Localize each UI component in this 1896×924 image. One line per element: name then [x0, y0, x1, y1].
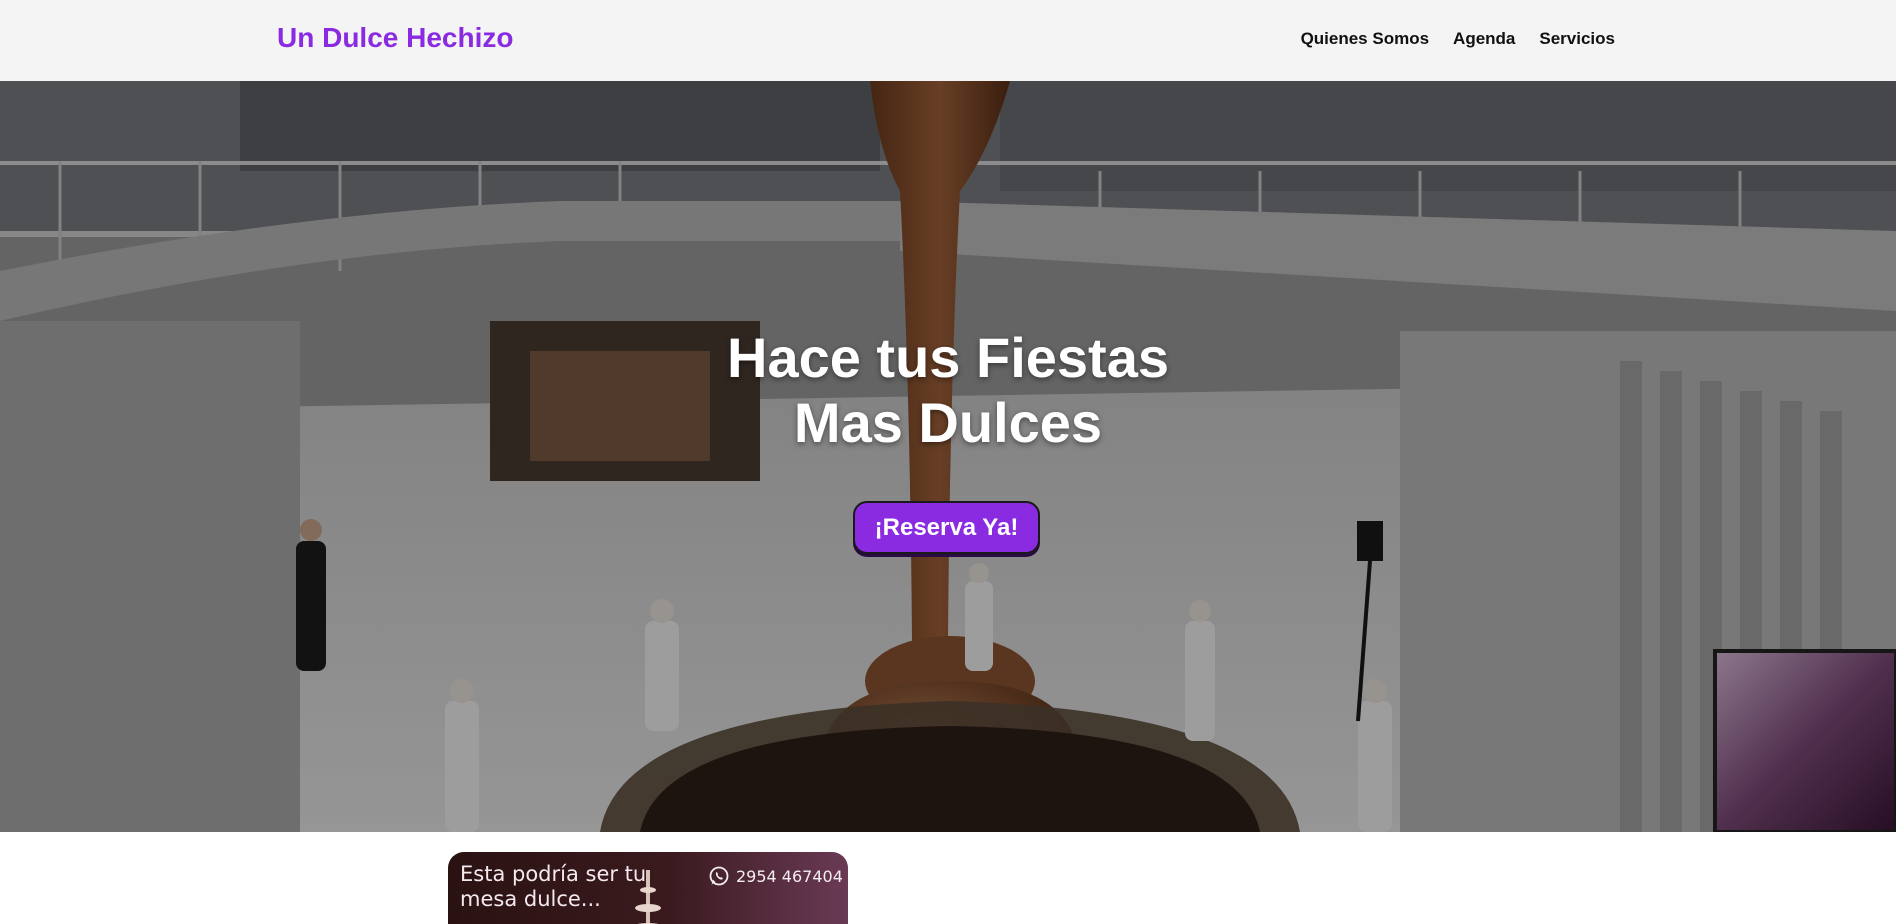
promo-phone: 2954 467404 [708, 865, 843, 887]
promo-text-line-1: Esta podría ser tu [460, 862, 647, 886]
navbar: Un Dulce Hechizo Quienes Somos Agenda Se… [0, 0, 1896, 81]
hero-title-line-1: Hace tus Fiestas [727, 326, 1169, 389]
promo-phone-number: 2954 467404 [736, 866, 843, 886]
main-nav: Quienes Somos Agenda Servicios [1301, 29, 1615, 49]
promo-text: Esta podría ser tu mesa dulce... [460, 862, 646, 912]
nav-link-servicios[interactable]: Servicios [1539, 29, 1615, 49]
nav-link-agenda[interactable]: Agenda [1453, 29, 1515, 49]
hero-section: Hace tus Fiestas Mas Dulces ¡Reserva Ya! [0, 81, 1896, 832]
chocolate-fountain-icon [635, 870, 661, 924]
promo-banner-image: Esta podría ser tu mesa dulce... 2954 46… [448, 852, 848, 924]
whatsapp-icon [709, 866, 729, 886]
brand-logo-link[interactable]: Un Dulce Hechizo [277, 22, 513, 54]
promo-text-line-2: mesa dulce... [460, 887, 601, 911]
reserve-button[interactable]: ¡Reserva Ya! [853, 501, 1040, 554]
hero-dark-overlay [0, 81, 1896, 832]
hero-title-line-2: Mas Dulces [793, 391, 1103, 454]
hero-title: Hace tus Fiestas Mas Dulces [0, 325, 1896, 455]
nav-link-quienes-somos[interactable]: Quienes Somos [1301, 29, 1429, 49]
